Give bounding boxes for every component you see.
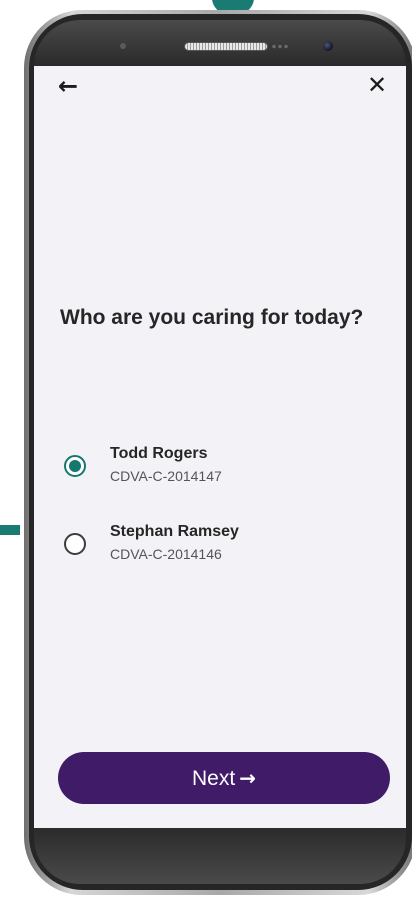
front-camera-icon (323, 41, 333, 51)
next-button-label: Next (192, 767, 236, 790)
proximity-sensor (120, 43, 126, 49)
option-todd-rogers[interactable]: Todd Rogers CDVA-C-2014147 (60, 444, 360, 490)
radio-button[interactable] (64, 533, 86, 555)
option-id: CDVA-C-2014147 (110, 468, 222, 484)
arrow-right-icon: → (239, 766, 256, 790)
page-title: Who are you caring for today? (60, 306, 364, 329)
option-stephan-ramsey[interactable]: Stephan Ramsey CDVA-C-2014146 (60, 522, 360, 568)
arrow-left-icon[interactable]: ← (58, 74, 86, 98)
phone-bottom-bezel (34, 828, 406, 884)
close-icon[interactable]: ✕ (364, 72, 390, 98)
next-button[interactable]: Next → (58, 752, 390, 804)
stage: ← ✕ Who are you caring for today? Todd R… (0, 0, 412, 897)
earpiece-speaker (185, 43, 267, 50)
radio-button-selected[interactable] (64, 455, 86, 477)
decorative-dash (0, 525, 20, 535)
option-id: CDVA-C-2014146 (110, 546, 222, 562)
speaker-dots (271, 44, 289, 49)
option-name: Stephan Ramsey (110, 523, 239, 540)
option-name: Todd Rogers (110, 445, 208, 462)
app-screen: ← ✕ Who are you caring for today? Todd R… (34, 66, 406, 828)
